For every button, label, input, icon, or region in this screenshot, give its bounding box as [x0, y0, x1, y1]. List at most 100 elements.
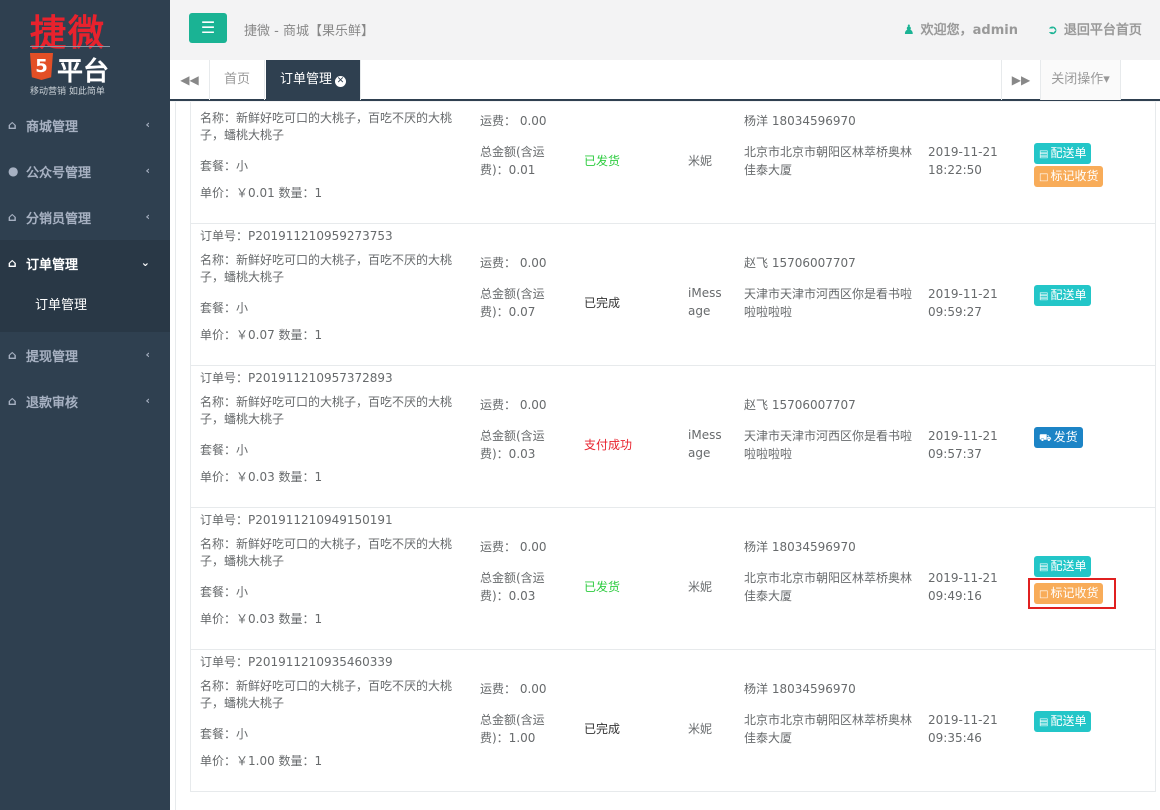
product-name: 名称：新鲜好吃可口的大桃子，百吃不厌的大桃子，蟠桃大桃子 [200, 253, 453, 284]
unit-price: 单价：￥0.03 数量：1 [200, 612, 323, 626]
order-time: 2019-11-21 09:49:16 [928, 571, 998, 603]
order-time: 2019-11-21 09:59:27 [928, 287, 998, 319]
package: 套餐：小 [200, 727, 249, 741]
order-status: 已完成 [584, 296, 621, 310]
delivery-note-button[interactable]: ▤ 配送单 [1034, 143, 1092, 164]
tab-scroll-left-icon[interactable]: ◀◀ [170, 60, 210, 100]
button-label: 配送单 [1050, 146, 1087, 160]
user-icon: ♟ [903, 23, 915, 38]
file-icon: ▤ [1039, 717, 1049, 728]
sidebar-item-orders[interactable]: ⌂ 订单管理 ⌄ [0, 240, 170, 286]
comments-icon: ● [8, 164, 19, 178]
button-label: 配送单 [1050, 714, 1087, 728]
bookmark-icon: □ [1039, 172, 1049, 183]
file-icon: ▤ [1039, 562, 1049, 573]
close-operations-dropdown[interactable]: 关闭操作▾ [1041, 60, 1121, 100]
sidebar-item-wechat[interactable]: ● 公众号管理 ‹ [0, 148, 170, 194]
home-icon: ⌂ [8, 210, 17, 224]
product-name: 名称：新鲜好吃可口的大桃子，百吃不厌的大桃子，蟠桃大桃子 [200, 395, 453, 426]
html5-icon: 5 [30, 53, 53, 80]
order-time: 2019-11-21 18:22:50 [928, 145, 998, 177]
tabs-bar: ◀◀ 首页 订单管理 ✕ ▶▶ 关闭操作▾ [170, 60, 1160, 101]
sidebar-item-refund[interactable]: ⌂ 退款审核 ‹ [0, 378, 170, 424]
sidebar-nav: ⌂ 商城管理 ‹ ● 公众号管理 ‹ ⌂ 分销员管理 ‹ ⌂ 订单管理 ⌄ 订单… [0, 102, 170, 424]
package: 套餐：小 [200, 585, 249, 599]
tab-orders[interactable]: 订单管理 ✕ [266, 60, 362, 100]
order-status: 已发货 [584, 580, 621, 594]
chevron-down-icon: ⌄ [140, 256, 150, 269]
sidebar-item-mall[interactable]: ⌂ 商城管理 ‹ [0, 102, 170, 148]
chevron-left-icon: ‹ [145, 394, 150, 407]
button-label: 标记收货 [1050, 169, 1099, 183]
mark-received-button[interactable]: □ 标记收货 [1034, 166, 1104, 187]
table-row: 订单号：P201911210959273753 名称：新鲜好吃可口的大桃子，百吃… [190, 224, 1156, 366]
welcome-text: ♟ 欢迎您，admin [903, 19, 1018, 38]
product-name: 名称：新鲜好吃可口的大桃子，百吃不厌的大桃子，蟠桃大桃子 [200, 111, 453, 142]
package: 套餐：小 [200, 301, 249, 315]
receiver-contact: 杨洋 18034596970 [744, 114, 856, 128]
freight: 运费： 0.00 [480, 398, 547, 412]
close-ops-label: 关闭操作 [1051, 72, 1104, 87]
tab-scroll-right-icon[interactable]: ▶▶ [1001, 60, 1041, 100]
order-id: 订单号：P201911210949150191 [200, 513, 393, 527]
chevron-left-icon: ‹ [145, 210, 150, 223]
tab-home[interactable]: 首页 [210, 60, 266, 100]
logo-brand: 捷微 [30, 12, 107, 54]
back-label: 退回平台首页 [1063, 23, 1142, 38]
order-id: 订单号：P201911210957372893 [200, 371, 393, 385]
product-name: 名称：新鲜好吃可口的大桃子，百吃不厌的大桃子，蟠桃大桃子 [200, 537, 453, 568]
logo-slogan: 移动营销 如此简单 [30, 87, 105, 97]
sidebar-item-label: 分销员管理 [26, 211, 92, 227]
button-label: 发货 [1053, 430, 1078, 444]
home-icon: ⌂ [8, 348, 17, 362]
highlight-box [1028, 578, 1116, 609]
order-time: 2019-11-21 09:57:37 [928, 429, 998, 461]
unit-price: 单价：￥0.01 数量：1 [200, 186, 323, 200]
receiver-contact: 赵飞 15706007707 [744, 256, 856, 270]
receiver-address: 北京市北京市朝阳区林萃桥奥林佳泰大厦 [744, 571, 913, 603]
top-bar: ☰ 捷微 - 商城【果乐鲜】 ♟ 欢迎您，admin ➲ 退回平台首页 [170, 0, 1160, 60]
ship-button[interactable]: ⛟ 发货 [1034, 427, 1083, 448]
table-row: 订单号：P201911210949150191 名称：新鲜好吃可口的大桃子，百吃… [190, 508, 1156, 650]
delivery-note-button[interactable]: ▤ 配送单 [1034, 556, 1092, 577]
order-id: 订单号：P201911210935460339 [200, 655, 393, 669]
home-icon: ⌂ [8, 256, 17, 270]
package: 套餐：小 [200, 159, 249, 173]
unit-price: 单价：￥0.03 数量：1 [200, 470, 323, 484]
chevron-left-icon: ‹ [145, 118, 150, 131]
delivery-note-button[interactable]: ▤ 配送单 [1034, 285, 1092, 306]
tab-orders-label: 订单管理 [280, 72, 333, 87]
receiver-address: 天津市天津市河西区你是看书啦啦啦啦啦 [744, 287, 913, 319]
menu-toggle-button[interactable]: ☰ [189, 13, 227, 43]
file-icon: ▤ [1039, 291, 1049, 302]
home-icon: ⌂ [8, 394, 17, 408]
sidebar-item-withdraw[interactable]: ⌂ 提现管理 ‹ [0, 332, 170, 378]
total-amount: 总金额(含运费)：0.03 [480, 429, 545, 461]
table-row: 订单号：P201911211822505059 名称：新鲜好吃可口的大桃子，百吃… [190, 102, 1156, 224]
file-icon: ▤ [1039, 149, 1049, 160]
delivery-note-button[interactable]: ▤ 配送单 [1034, 711, 1092, 732]
back-to-platform-link[interactable]: ➲ 退回平台首页 [1047, 19, 1142, 38]
buyer-name: 米妮 [688, 722, 713, 736]
freight: 运费： 0.00 [480, 256, 547, 270]
freight: 运费： 0.00 [480, 682, 547, 696]
unit-price: 单价：￥0.07 数量：1 [200, 328, 323, 342]
receiver-address: 北京市北京市朝阳区林萃桥奥林佳泰大厦 [744, 713, 913, 745]
package: 套餐：小 [200, 443, 249, 457]
total-amount: 总金额(含运费)：0.07 [480, 287, 545, 319]
sidebar-item-label: 退款审核 [26, 395, 79, 411]
sidebar-subitem-orders[interactable]: 订单管理 [0, 286, 170, 332]
buyer-name: iMessage [688, 428, 722, 460]
chevron-left-icon: ‹ [145, 348, 150, 361]
close-icon[interactable]: ✕ [335, 76, 347, 87]
receiver-address: 北京市北京市朝阳区林萃桥奥林佳泰大厦 [744, 145, 913, 177]
button-label: 配送单 [1050, 559, 1087, 573]
receiver-address: 天津市天津市河西区你是看书啦啦啦啦啦 [744, 429, 913, 461]
sidebar-item-distributor[interactable]: ⌂ 分销员管理 ‹ [0, 194, 170, 240]
truck-icon: ⛟ [1039, 433, 1052, 444]
total-amount: 总金额(含运费)：1.00 [480, 713, 545, 745]
orders-table: 订单号：P201911211822505059 名称：新鲜好吃可口的大桃子，百吃… [190, 102, 1156, 792]
buyer-name: iMessage [688, 286, 722, 318]
order-status: 已完成 [584, 722, 621, 736]
buyer-name: 米妮 [688, 580, 713, 594]
